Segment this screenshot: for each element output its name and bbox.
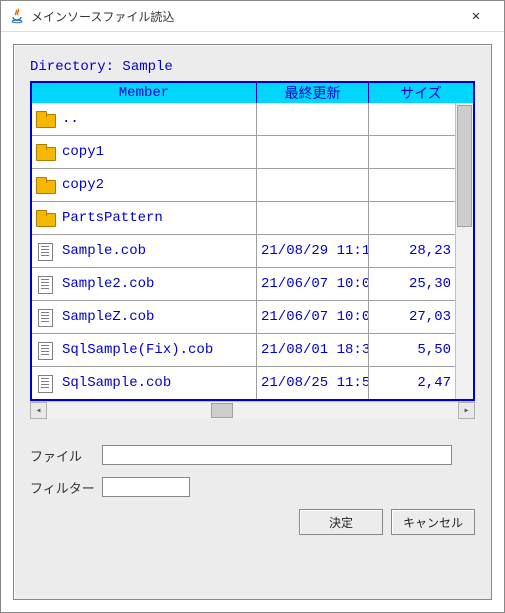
- file-icon: [36, 276, 56, 292]
- titlebar: メインソースファイル読込 ✕: [1, 1, 504, 32]
- cell-date: [257, 202, 369, 235]
- table-row[interactable]: copy2: [32, 169, 455, 202]
- file-label: ファイル: [30, 446, 102, 465]
- cell-size: 5,50: [369, 334, 455, 367]
- scroll-left-arrow-icon[interactable]: ◂: [30, 402, 47, 419]
- close-button[interactable]: ✕: [456, 2, 496, 30]
- cell-member: Sample2.cob: [32, 268, 257, 301]
- table-row[interactable]: Sample2.cob 21/06/07 10:0025,30: [32, 268, 455, 301]
- ok-button[interactable]: 決定: [299, 509, 383, 535]
- cell-date: 21/08/25 11:55: [257, 367, 369, 399]
- folder-icon: [36, 177, 56, 193]
- cell-member: SqlSample.cob: [32, 367, 257, 399]
- filter-row: フィルター: [30, 477, 475, 497]
- horizontal-scrollbar[interactable]: ◂ ▸: [30, 401, 475, 419]
- file-table: Member 最終更新 サイズ .. copy1 copy2 PartsPattern…: [30, 81, 475, 401]
- form-area: ファイル フィルター 決定 キャンセル: [30, 445, 475, 535]
- cell-member: copy2: [32, 169, 257, 202]
- horizontal-scroll-thumb[interactable]: [211, 403, 233, 418]
- file-row: ファイル: [30, 445, 475, 465]
- cell-size: [369, 136, 455, 169]
- cell-size: [369, 202, 455, 235]
- file-name: SqlSample(Fix).cob: [62, 342, 213, 358]
- client-area: Directory: Sample Member 最終更新 サイズ .. copy…: [1, 32, 504, 612]
- cell-date: 21/06/07 10:00: [257, 268, 369, 301]
- file-icon: [36, 309, 56, 325]
- cell-size: [369, 169, 455, 202]
- cell-member: PartsPattern: [32, 202, 257, 235]
- column-header-date[interactable]: 最終更新: [257, 83, 369, 103]
- button-row: 決定 キャンセル: [30, 509, 475, 535]
- file-name: copy2: [62, 177, 104, 193]
- cell-size: 27,03: [369, 301, 455, 334]
- cell-date: 21/08/29 11:15: [257, 235, 369, 268]
- vertical-scrollbar[interactable]: [455, 103, 473, 399]
- cell-date: [257, 136, 369, 169]
- cell-date: 21/08/01 18:34: [257, 334, 369, 367]
- table-row[interactable]: SqlSample.cob 21/08/25 11:552,47: [32, 367, 455, 399]
- file-name: Sample2.cob: [62, 276, 154, 292]
- file-name: SampleZ.cob: [62, 309, 154, 325]
- folder-icon: [36, 210, 56, 226]
- cell-size: 25,30: [369, 268, 455, 301]
- file-name: ..: [62, 111, 79, 127]
- horizontal-scroll-track[interactable]: [47, 402, 458, 419]
- scroll-right-arrow-icon[interactable]: ▸: [458, 402, 475, 419]
- file-name: PartsPattern: [62, 210, 163, 226]
- java-icon: [9, 8, 25, 24]
- file-icon: [36, 342, 56, 358]
- cell-size: 2,47: [369, 367, 455, 399]
- cell-date: 21/06/07 10:01: [257, 301, 369, 334]
- vertical-scroll-thumb[interactable]: [457, 105, 472, 227]
- filter-input[interactable]: [102, 477, 190, 497]
- table-row[interactable]: copy1: [32, 136, 455, 169]
- cancel-button[interactable]: キャンセル: [391, 509, 475, 535]
- filter-label: フィルター: [30, 478, 102, 497]
- cell-member: Sample.cob: [32, 235, 257, 268]
- file-icon: [36, 375, 56, 391]
- file-name: Sample.cob: [62, 243, 146, 259]
- cell-member: SqlSample(Fix).cob: [32, 334, 257, 367]
- table-body: .. copy1 copy2 PartsPattern Sample.cob 21/08/…: [32, 103, 473, 399]
- table-row[interactable]: Sample.cob 21/08/29 11:1528,23: [32, 235, 455, 268]
- directory-value: Sample: [122, 59, 172, 75]
- main-panel: Directory: Sample Member 最終更新 サイズ .. copy…: [13, 44, 492, 600]
- folder-icon: [36, 144, 56, 160]
- table-row[interactable]: ..: [32, 103, 455, 136]
- column-header-size[interactable]: サイズ: [369, 83, 473, 103]
- cell-member: SampleZ.cob: [32, 301, 257, 334]
- dialog-window: メインソースファイル読込 ✕ Directory: Sample Member …: [0, 0, 505, 613]
- cell-member: ..: [32, 103, 257, 136]
- cell-size: 28,23: [369, 235, 455, 268]
- table-row[interactable]: SampleZ.cob 21/06/07 10:0127,03: [32, 301, 455, 334]
- file-input[interactable]: [102, 445, 452, 465]
- cell-size: [369, 103, 455, 136]
- folder-icon: [36, 111, 56, 127]
- directory-prefix: Directory:: [30, 59, 122, 75]
- directory-label: Directory: Sample: [30, 59, 475, 75]
- cell-date: [257, 103, 369, 136]
- file-icon: [36, 243, 56, 259]
- table-header: Member 最終更新 サイズ: [32, 83, 473, 103]
- file-name: SqlSample.cob: [62, 375, 171, 391]
- table-row[interactable]: PartsPattern: [32, 202, 455, 235]
- cell-member: copy1: [32, 136, 257, 169]
- table-row[interactable]: SqlSample(Fix).cob 21/08/01 18:345,50: [32, 334, 455, 367]
- close-icon: ✕: [472, 8, 480, 24]
- column-header-member[interactable]: Member: [32, 83, 257, 103]
- window-title: メインソースファイル読込: [31, 8, 456, 25]
- cell-date: [257, 169, 369, 202]
- file-name: copy1: [62, 144, 104, 160]
